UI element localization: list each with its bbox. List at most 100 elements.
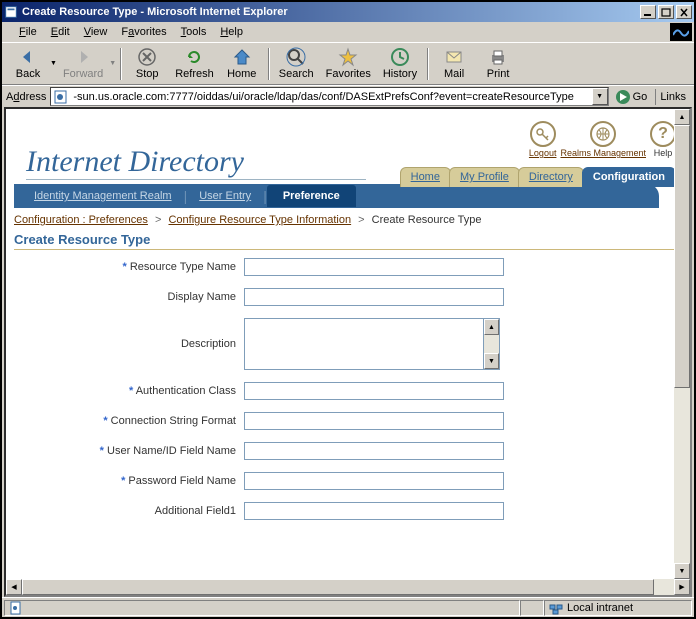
intranet-zone-icon [549,601,563,615]
address-combo[interactable]: ▼ [50,87,608,106]
breadcrumb-link-configure-resource[interactable]: Configure Resource Type Information [168,214,351,226]
favorites-label: Favorites [326,68,371,80]
toolbar-separator [427,48,428,80]
forward-dropdown-icon[interactable]: ▼ [109,60,116,67]
ie-icon [4,5,18,19]
input-auth-class[interactable] [244,382,504,400]
chevron-down-icon: ▼ [679,568,686,575]
refresh-button[interactable]: Refresh [169,45,220,82]
forward-button[interactable]: Forward [57,45,109,82]
back-button[interactable]: Back [6,45,50,82]
breadcrumb-separator: > [358,214,364,226]
breadcrumb-link-preferences[interactable]: Configuration : Preferences [14,214,148,226]
scroll-right-button[interactable]: ▶ [674,579,690,595]
logout-button[interactable]: Logout [529,121,557,158]
key-icon [530,121,556,147]
scrollbar-thumb[interactable] [674,125,690,388]
back-label: Back [16,68,40,80]
menu-edit[interactable]: Edit [44,24,77,40]
menu-file[interactable]: File [12,24,44,40]
menu-view[interactable]: View [77,24,115,40]
address-bar: Address ▼ Go Links [2,85,694,107]
forward-arrow-icon [73,47,93,67]
home-button[interactable]: Home [220,45,264,82]
links-button[interactable]: Links [655,89,690,105]
chevron-left-icon: ◀ [11,584,16,591]
minimize-button[interactable] [640,5,656,19]
top-icons: Logout Realms Management ? Help [529,121,676,158]
address-label: Address [6,91,46,103]
scroll-up-button[interactable]: ▲ [484,319,499,335]
maximize-button[interactable] [658,5,674,19]
textarea-scrollbar[interactable]: ▲ ▼ [484,318,500,370]
vertical-scrollbar[interactable]: ▲ ▼ [674,109,690,579]
subtab-preference[interactable]: Preference [267,185,356,207]
tab-configuration[interactable]: Configuration [582,167,676,187]
go-icon [615,89,631,105]
stop-button[interactable]: Stop [125,45,169,82]
globe-icon [590,121,616,147]
address-input[interactable] [71,89,591,105]
scroll-left-button[interactable]: ◀ [6,579,22,595]
close-button[interactable] [676,5,692,19]
horizontal-scrollbar[interactable]: ◀ ▶ [6,579,690,595]
print-icon [488,47,508,67]
go-button[interactable]: Go [615,89,648,105]
required-marker: * [103,415,107,427]
label-additional-field1: Additional Field1 [155,505,236,517]
scrollbar-track[interactable] [22,579,674,595]
history-label: History [383,68,417,80]
menu-tools[interactable]: Tools [174,24,214,40]
back-dropdown-icon[interactable]: ▼ [50,60,57,67]
search-button[interactable]: Search [273,45,320,82]
required-marker: * [129,385,133,397]
chevron-right-icon: ▶ [679,584,684,591]
help-label: Help [654,148,673,158]
history-icon [390,47,410,67]
search-icon [286,47,306,67]
chevron-up-icon: ▲ [679,114,686,121]
status-bar: Local intranet [2,597,694,617]
content-viewport: Logout Realms Management ? Help Internet… [4,107,692,597]
input-description[interactable] [244,318,484,370]
input-pwd-field[interactable] [244,472,504,490]
favorites-icon [338,47,358,67]
input-userid-field[interactable] [244,442,504,460]
form: * Resource Type Name Display Name Descri… [14,258,682,520]
status-zone-label: Local intranet [567,602,633,614]
scrollbar-track[interactable] [674,125,690,563]
back-arrow-icon [18,47,38,67]
breadcrumb-current: Create Resource Type [372,214,482,226]
favorites-button[interactable]: Favorites [320,45,377,82]
scroll-down-button[interactable]: ▼ [674,563,690,579]
history-button[interactable]: History [377,45,423,82]
chevron-down-icon: ▼ [488,358,495,365]
title-bar: Create Resource Type - Microsoft Interne… [2,2,694,22]
input-additional-field1[interactable] [244,502,504,520]
realms-button[interactable]: Realms Management [560,121,646,158]
brand-title: Internet Directory [26,145,366,180]
menu-help[interactable]: Help [213,24,250,40]
scroll-down-button[interactable]: ▼ [484,353,499,369]
go-label: Go [633,91,648,103]
input-conn-string[interactable] [244,412,504,430]
tab-directory[interactable]: Directory [518,167,584,187]
scrollbar-thumb[interactable] [22,579,654,595]
subtab-user-entry[interactable]: User Entry [187,186,263,206]
page-heading: Create Resource Type [14,232,682,250]
input-display-name[interactable] [244,288,504,306]
tab-home[interactable]: Home [400,167,451,187]
help-button[interactable]: ? Help [650,121,676,158]
address-dropdown-button[interactable]: ▼ [592,88,608,105]
page-icon [53,90,69,104]
menu-favorites[interactable]: Favorites [114,24,173,40]
scroll-up-button[interactable]: ▲ [674,109,690,125]
mail-button[interactable]: Mail [432,45,476,82]
breadcrumb-separator: > [155,214,161,226]
subtab-realm[interactable]: Identity Management Realm [22,186,184,206]
print-button[interactable]: Print [476,45,520,82]
tab-my-profile[interactable]: My Profile [449,167,520,187]
forward-label: Forward [63,68,103,80]
input-resource-type-name[interactable] [244,258,504,276]
ie-throbber-icon [670,23,692,41]
